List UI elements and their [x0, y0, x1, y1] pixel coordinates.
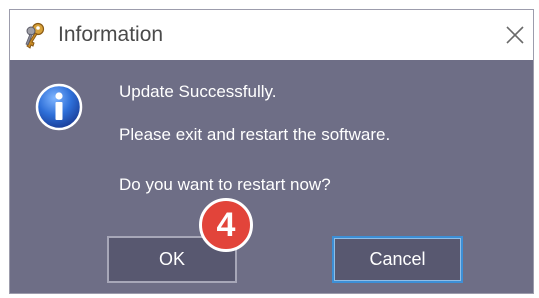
info-icon [35, 83, 83, 131]
cancel-button[interactable]: Cancel [332, 236, 463, 283]
dialog-title: Information [58, 23, 164, 46]
message-line-1: Update Successfully. [119, 82, 277, 101]
key-icon [22, 22, 48, 50]
message-line-3: Do you want to restart now? [119, 175, 331, 194]
information-dialog: Information Update Successfully. Please … [9, 9, 534, 294]
title-bar: Information [10, 10, 533, 60]
message-line-2: Please exit and restart the software. [119, 125, 391, 144]
step-number-badge: 4 [199, 198, 253, 252]
close-button[interactable] [497, 10, 533, 60]
close-icon [506, 26, 524, 44]
